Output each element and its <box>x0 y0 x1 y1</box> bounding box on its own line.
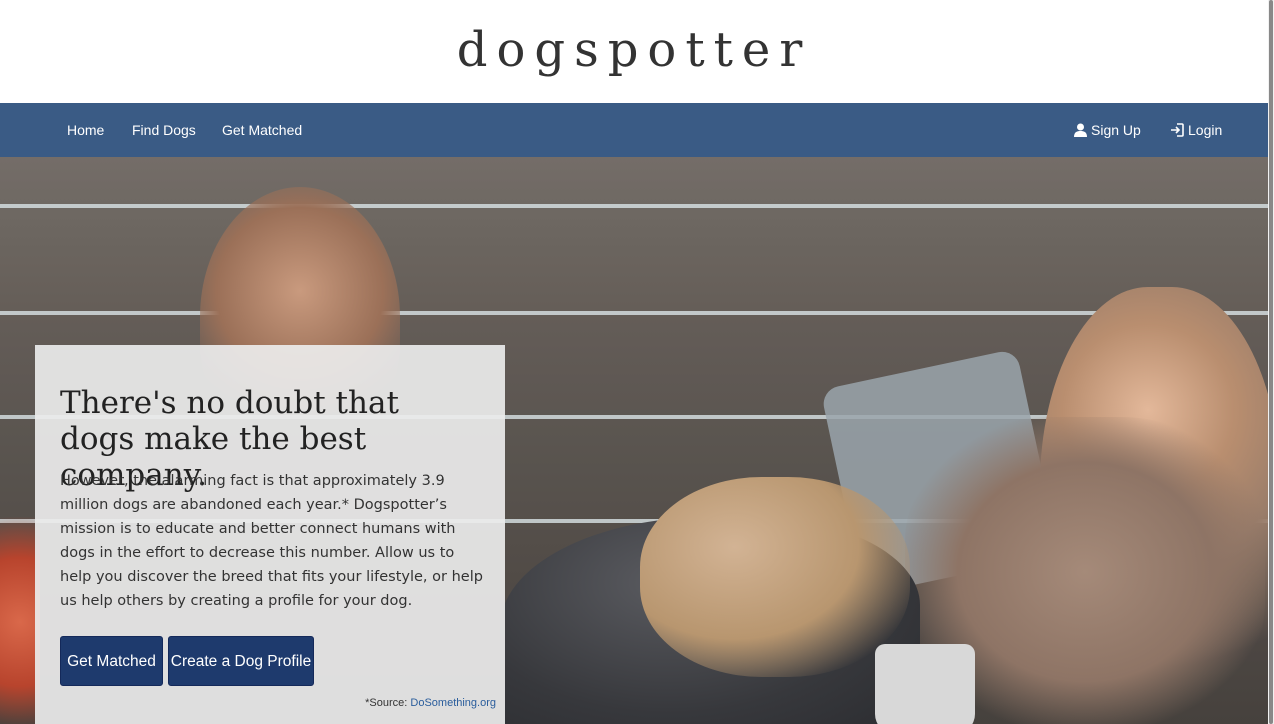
mug-shape <box>875 644 975 724</box>
flower-decoration <box>0 517 40 724</box>
get-matched-button[interactable]: Get Matched <box>60 636 163 686</box>
scrollbar-thumb[interactable] <box>1269 0 1273 724</box>
nav-get-matched[interactable]: Get Matched <box>222 103 302 157</box>
site-logo[interactable]: dogspotter <box>0 0 1268 100</box>
source-prefix: *Source: <box>365 697 408 709</box>
create-dog-profile-button[interactable]: Create a Dog Profile <box>168 636 314 686</box>
page-scrollbar[interactable] <box>1268 0 1274 724</box>
user-icon <box>1074 123 1087 137</box>
source-link[interactable]: DoSomething.org <box>410 697 496 709</box>
fence-gap <box>0 204 1268 208</box>
brand-bar: dogspotter <box>0 0 1268 103</box>
nav-sign-up[interactable]: Sign Up <box>1074 103 1141 157</box>
nav-login[interactable]: Login <box>1170 103 1222 157</box>
fence-gap <box>0 311 1268 315</box>
main-nav: Home Find Dogs Get Matched Sign Up Login <box>0 103 1268 157</box>
nav-home[interactable]: Home <box>67 103 104 157</box>
login-icon <box>1171 123 1184 137</box>
hero-description: However, the alarming fact is that appro… <box>60 473 483 609</box>
source-note: *Source: DoSomething.org <box>365 697 496 709</box>
hero-section: There's no doubt that dogs make the best… <box>0 157 1268 724</box>
nav-find-dogs[interactable]: Find Dogs <box>132 103 196 157</box>
pug-dog <box>640 477 910 677</box>
login-label: Login <box>1188 122 1223 138</box>
sign-up-label: Sign Up <box>1091 122 1141 138</box>
hero-card: There's no doubt that dogs make the best… <box>35 345 505 724</box>
